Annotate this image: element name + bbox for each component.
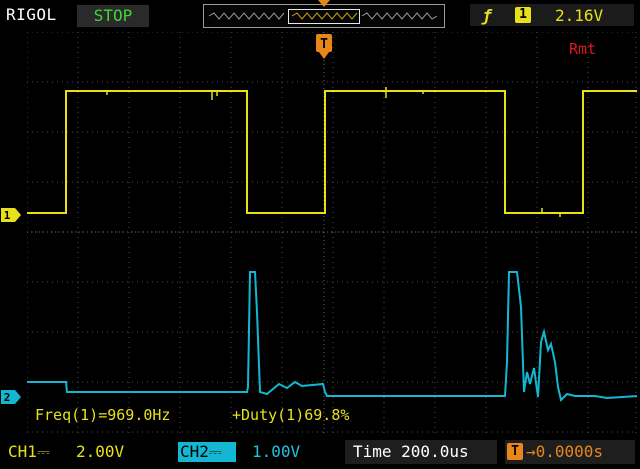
ch2-marker-label: 2 [4,391,11,404]
trigger-position-icon [318,0,330,7]
trigger-info-panel[interactable] [470,4,634,26]
rising-edge-icon: ƒ [482,6,492,25]
ch1-label[interactable]: CH1⎓ [8,442,50,462]
duty-measurement: +Duty(1)69.8% [232,406,350,424]
run-status-badge[interactable]: STOP [77,5,149,27]
remote-indicator: Rmt [569,40,597,58]
trigger-source-badge: 1 [515,7,531,23]
ch2-scale[interactable]: 1.00V [252,442,300,461]
ch1-waveform [27,90,637,214]
ch1-marker-label: 1 [4,209,11,222]
trigger-offset-readout: →0.0000s [526,442,604,461]
trigger-offset-icon: T [507,443,523,460]
graticule-center-axes [27,32,637,434]
trigger-marker-label: T [320,37,328,52]
ch2-ground-marker-icon[interactable]: 2 [1,390,21,404]
view-window-indicator [288,9,360,24]
ch1-scale[interactable]: 2.00V [76,442,124,461]
trigger-level-readout: 2.16V [555,6,604,25]
frequency-measurement: Freq(1)=969.0Hz [35,406,171,424]
brand-logo: RIGOL [6,5,57,24]
waveform-display[interactable] [27,32,637,434]
graticule [27,32,637,434]
ch2-waveform [27,271,637,402]
trigger-time-marker-icon[interactable]: T [316,34,332,60]
ch2-label[interactable]: CH2⎓ [180,442,222,462]
ch1-ground-marker-icon[interactable]: 1 [1,208,21,222]
timebase-readout: Time 200.0us [353,442,469,461]
